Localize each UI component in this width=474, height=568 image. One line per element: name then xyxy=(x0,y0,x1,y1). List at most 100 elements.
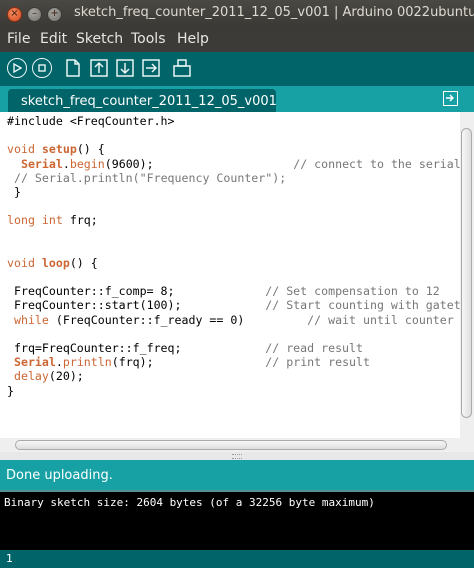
toolbar xyxy=(0,52,474,86)
code-comment: // wait until counter ready xyxy=(307,312,454,327)
tab-label: sketch_freq_counter_2011_12_05_v001 xyxy=(21,94,277,109)
stop-button[interactable] xyxy=(32,58,52,78)
menu-help[interactable]: Help xyxy=(177,31,209,47)
code-token: . xyxy=(55,355,63,370)
code-keyword: while xyxy=(13,312,49,327)
code-line: // Serial.println("Frequency Counter"); xyxy=(7,171,460,185)
code-keyword: void xyxy=(7,142,35,157)
drag-grip-icon xyxy=(232,454,242,459)
code-comment: // connect to the serial port xyxy=(293,156,460,171)
code-token: (frq); xyxy=(111,355,266,370)
verify-button[interactable] xyxy=(7,58,27,78)
menu-sketch[interactable]: Sketch xyxy=(76,31,123,47)
code-comment: // Set compensation to 12 xyxy=(265,284,440,299)
footer-bar: 1 xyxy=(0,550,474,568)
code-line: } xyxy=(7,185,460,199)
menu-file[interactable]: File xyxy=(7,31,30,47)
code-line: FreqCounter::start(100); // Start counti… xyxy=(7,298,460,312)
open-arrow-icon xyxy=(90,59,108,77)
code-token: . xyxy=(62,156,70,171)
horizontal-scrollbar[interactable] xyxy=(0,438,474,452)
code-keyword: delay xyxy=(13,369,49,384)
serial-monitor-icon xyxy=(173,59,191,77)
open-button[interactable] xyxy=(89,58,109,78)
code-token: FreqCounter::start(100); xyxy=(7,298,266,313)
code-keyword: println xyxy=(62,355,112,370)
save-arrow-icon xyxy=(116,59,134,77)
upload-button[interactable] xyxy=(141,58,161,78)
code-token: (9600); xyxy=(104,156,294,171)
horizontal-scroll-thumb[interactable] xyxy=(15,440,447,450)
code-token: () { xyxy=(69,255,98,270)
serial-monitor-button[interactable] xyxy=(172,58,192,78)
code-keyword: setup xyxy=(41,142,77,157)
code-line: } xyxy=(7,384,460,398)
console-text: Binary sketch size: 2604 bytes (of a 322… xyxy=(4,496,375,509)
window-close-button[interactable]: × xyxy=(7,7,22,22)
vertical-scroll-thumb[interactable] xyxy=(461,128,472,418)
code-token: #include <FreqCounter.h> xyxy=(7,114,175,128)
status-bar: Done uploading. xyxy=(0,460,474,490)
code-line: void setup() { xyxy=(7,142,460,156)
code-keyword: Serial xyxy=(20,156,63,171)
code-line: void loop() { xyxy=(7,256,460,270)
code-keyword: loop xyxy=(41,255,70,270)
code-comment: // read result xyxy=(265,341,363,355)
code-line: #include <FreqCounter.h> xyxy=(7,114,460,128)
code-line: long int frq; xyxy=(7,213,460,227)
code-line: FreqCounter::f_comp= 8; // Set compensat… xyxy=(7,284,460,298)
console-output[interactable]: Binary sketch size: 2604 bytes (of a 322… xyxy=(0,490,474,550)
code-token: (FreqCounter::f_ready == 0) xyxy=(48,312,308,327)
code-keyword: int xyxy=(41,213,63,228)
close-icon: × xyxy=(10,8,19,19)
tab-menu-button[interactable] xyxy=(443,91,458,106)
window-titlebar: × – + sketch_freq_counter_2011_12_05_v00… xyxy=(0,0,474,28)
code-line: frq=FreqCounter::f_freq; // read result xyxy=(7,341,460,355)
code-editor[interactable]: #include <FreqCounter.h> void setup() { S… xyxy=(0,112,460,438)
code-comment: // print result xyxy=(265,355,370,370)
code-comment: // Serial.println("Frequency Counter"); xyxy=(13,170,287,185)
vertical-scrollbar[interactable] xyxy=(460,112,474,438)
code-line: delay(20); xyxy=(7,369,460,383)
minimize-icon: – xyxy=(32,8,37,19)
maximize-icon: + xyxy=(50,8,59,19)
code-comment: // Start counting with gatetime of 100ms xyxy=(265,298,460,313)
new-file-icon xyxy=(66,59,80,77)
status-message: Done uploading. xyxy=(6,468,113,483)
tab-bar: sketch_freq_counter_2011_12_05_v001 xyxy=(0,86,474,112)
tab-sketch[interactable]: sketch_freq_counter_2011_12_05_v001 xyxy=(8,89,277,112)
save-button[interactable] xyxy=(115,58,135,78)
code-line: Serial.println(frq); // print result xyxy=(7,355,460,369)
code-line: while (FreqCounter::f_ready == 0) // wai… xyxy=(7,313,460,327)
menu-edit[interactable]: Edit xyxy=(40,31,67,47)
window-minimize-button[interactable]: – xyxy=(27,7,42,22)
arrow-right-icon xyxy=(446,94,454,102)
new-button[interactable] xyxy=(63,58,83,78)
code-token: FreqCounter::f_comp= 8; xyxy=(7,284,266,299)
window-title: sketch_freq_counter_2011_12_05_v001 | Ar… xyxy=(74,5,474,20)
menu-tools[interactable]: Tools xyxy=(131,31,166,47)
code-token: } xyxy=(7,383,14,398)
code-token: () { xyxy=(76,142,105,157)
code-token: frq=FreqCounter::f_freq; xyxy=(7,341,266,355)
pane-divider[interactable] xyxy=(0,452,474,460)
code-keyword: Serial xyxy=(13,355,56,370)
window-maximize-button[interactable]: + xyxy=(47,7,62,22)
play-icon xyxy=(13,63,22,73)
stop-icon xyxy=(38,64,46,72)
line-number: 1 xyxy=(6,552,13,565)
code-token: frq; xyxy=(62,213,98,228)
